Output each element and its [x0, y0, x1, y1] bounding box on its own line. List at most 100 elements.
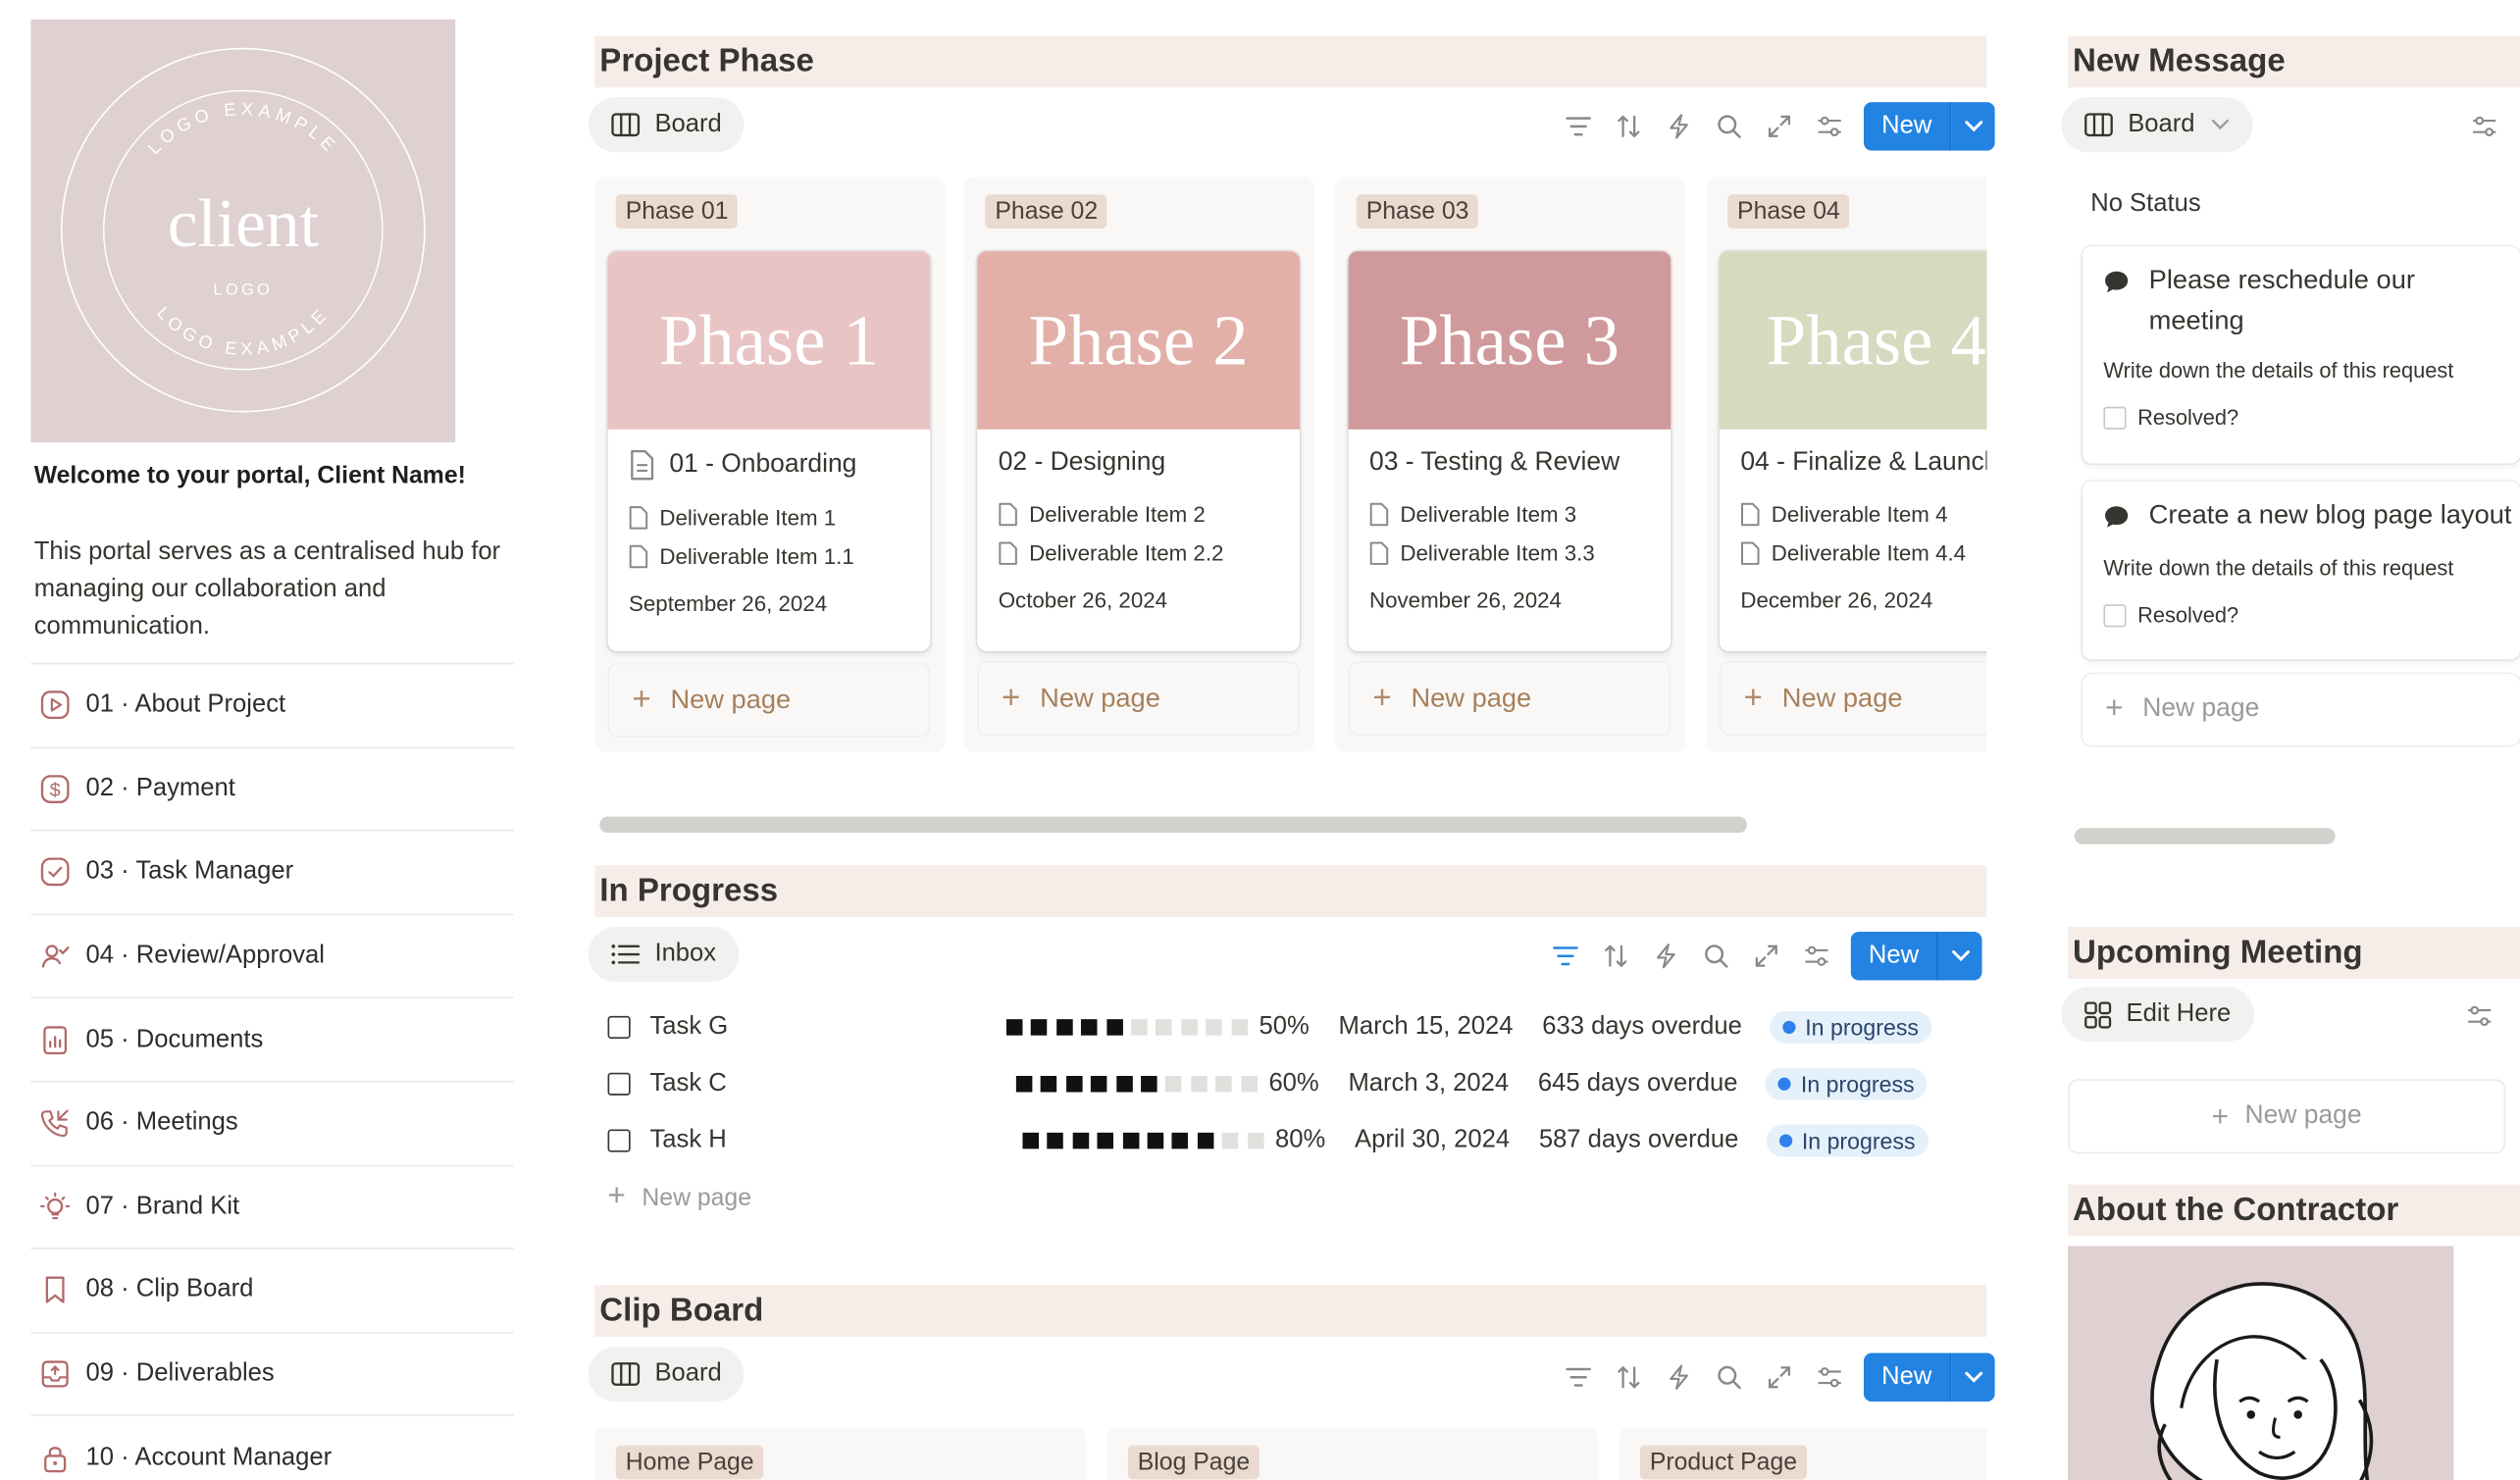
task-checkbox[interactable]: [607, 1071, 631, 1095]
deliverable-item[interactable]: Deliverable Item 4: [1740, 494, 1986, 534]
intro-text: This portal serves as a centralised hub …: [33, 537, 501, 640]
upcoming-meeting-view-tab[interactable]: Edit Here: [2061, 987, 2254, 1043]
new-message-new-page[interactable]: + New page: [2082, 674, 2520, 745]
settings-sliders-icon[interactable]: [2453, 992, 2503, 1041]
new-button-label: New: [1850, 931, 1938, 981]
phase-card[interactable]: Phase 2 02 - Designing Deliverable Item …: [977, 251, 1300, 652]
in-progress-view-tab[interactable]: Inbox: [588, 927, 740, 983]
message-title-row: Please reschedule our meeting: [2103, 261, 2520, 342]
search-icon[interactable]: [1703, 1353, 1753, 1403]
filter-icon[interactable]: [1553, 1353, 1603, 1403]
gallery-icon: [2084, 1000, 2112, 1028]
chevron-down-icon[interactable]: [1951, 102, 1995, 151]
sidebar-item-label: 10 · Account Manager: [85, 1443, 333, 1471]
deliverable-item[interactable]: Deliverable Item 2.2: [999, 534, 1300, 573]
logo-main-text: client: [168, 186, 319, 262]
chevron-down-icon: [2212, 119, 2230, 130]
message-card[interactable]: Please reschedule our meeting Write down…: [2082, 246, 2520, 464]
task-row[interactable]: Task G 50% March 15, 2024 633 days overd…: [607, 998, 1978, 1055]
new-button[interactable]: New: [1863, 102, 1995, 151]
resolved-checkbox[interactable]: Resolved?: [2103, 602, 2520, 628]
card-cover: Phase 2: [977, 251, 1300, 430]
sidebar-item-label: 07 · Brand Kit: [85, 1192, 240, 1220]
svg-text:$: $: [50, 780, 61, 801]
deliverable-label: Deliverable Item 3: [1400, 501, 1577, 527]
sidebar-item-deliverables[interactable]: 09 · Deliverables: [30, 1331, 514, 1415]
sort-icon[interactable]: [1603, 1353, 1653, 1403]
sidebar-item-account-manager[interactable]: 10 · Account Manager: [30, 1414, 514, 1480]
task-checkbox[interactable]: [607, 1015, 631, 1039]
deliverable-item[interactable]: Deliverable Item 3: [1369, 494, 1671, 534]
phase-card[interactable]: Phase 3 03 - Testing & Review Deliverabl…: [1348, 251, 1671, 652]
filter-icon[interactable]: [1539, 932, 1589, 981]
upcoming-meeting-new-page[interactable]: + New page: [2068, 1079, 2506, 1154]
progress-segment: [1230, 1018, 1248, 1035]
project-phase-view-tab[interactable]: Board: [588, 97, 745, 153]
resolved-label: Resolved?: [2137, 602, 2239, 628]
phase-card[interactable]: Phase 4 04 - Finalize & Launch Deliverab…: [1719, 251, 1987, 652]
deliverable-item[interactable]: Deliverable Item 4.4: [1740, 534, 1986, 573]
new-page-button[interactable]: + New page: [1719, 661, 1987, 737]
progress-segment: [1022, 1131, 1039, 1148]
phase-card[interactable]: Phase 1 01 - Onboarding Deliverable Item…: [607, 251, 931, 652]
sidebar-item-clip-board[interactable]: 08 · Clip Board: [30, 1248, 514, 1331]
sidebar-item-about-project[interactable]: 01 · About Project: [30, 662, 514, 746]
in-progress-toolbar: New: [1539, 931, 1982, 981]
automation-bolt-icon[interactable]: [1653, 102, 1703, 151]
sidebar-item-documents[interactable]: 05 · Documents: [30, 996, 514, 1081]
deliverable-item[interactable]: Deliverable Item 1: [629, 497, 930, 536]
clip-board-view-tab[interactable]: Board: [588, 1346, 745, 1403]
sidebar-item-meetings[interactable]: 06 · Meetings: [30, 1080, 514, 1164]
sidebar-item-review-approval[interactable]: 04 · Review/Approval: [30, 913, 514, 996]
sidebar-item-brand-kit[interactable]: 07 · Brand Kit: [30, 1164, 514, 1248]
new-message-horizontal-scrollbar[interactable]: [2074, 828, 2336, 844]
search-icon[interactable]: [1690, 932, 1740, 981]
automation-bolt-icon[interactable]: [1640, 932, 1690, 981]
settings-sliders-icon[interactable]: [1804, 1353, 1854, 1403]
card-date: September 26, 2024: [629, 591, 828, 616]
column-tag: Product Page: [1639, 1445, 1807, 1480]
filter-icon[interactable]: [1553, 102, 1603, 151]
sidebar-item-task-manager[interactable]: 03 · Task Manager: [30, 830, 514, 913]
expand-icon[interactable]: [1740, 932, 1790, 981]
deliverable-item[interactable]: Deliverable Item 2: [999, 494, 1300, 534]
task-row[interactable]: Task C 60% March 3, 2024 645 days overdu…: [607, 1055, 1978, 1112]
sort-icon[interactable]: [1603, 102, 1653, 151]
new-message-view-tab[interactable]: Board: [2061, 97, 2254, 153]
checkbox-box[interactable]: [2103, 405, 2127, 429]
sort-icon[interactable]: [1590, 932, 1640, 981]
expand-icon[interactable]: [1754, 102, 1804, 151]
page-icon: [629, 543, 648, 568]
new-page-label: New page: [1040, 683, 1160, 713]
task-row[interactable]: Task H 80% April 30, 2024 587 days overd…: [607, 1111, 1978, 1168]
new-button[interactable]: New: [1850, 931, 1982, 981]
resolved-checkbox[interactable]: Resolved?: [2103, 405, 2520, 430]
automation-bolt-icon[interactable]: [1653, 1353, 1703, 1403]
message-card[interactable]: Create a new blog page layout Write down…: [2082, 481, 2520, 660]
sidebar-item-payment[interactable]: $ 02 · Payment: [30, 745, 514, 830]
new-page-button[interactable]: + New page: [607, 662, 931, 738]
in-progress-new-page[interactable]: + New page: [608, 1180, 751, 1215]
expand-icon[interactable]: [1754, 1353, 1804, 1403]
svg-text:LOGO EXAMPLE: LOGO EXAMPLE: [144, 99, 342, 158]
task-checkbox[interactable]: [607, 1128, 631, 1151]
settings-sliders-icon[interactable]: [1791, 932, 1841, 981]
section-title: Upcoming Meeting: [2073, 934, 2363, 970]
deliverable-item[interactable]: Deliverable Item 3.3: [1369, 534, 1671, 573]
search-icon[interactable]: [1703, 102, 1753, 151]
chevron-down-icon[interactable]: [1951, 1352, 1995, 1403]
checkbox-box[interactable]: [2103, 603, 2127, 627]
settings-sliders-icon[interactable]: [1804, 102, 1854, 151]
deliverable-item[interactable]: Deliverable Item 1.1: [629, 536, 930, 576]
clip-column-blog-page: Blog Page: [1106, 1427, 1598, 1480]
new-page-button[interactable]: + New page: [977, 661, 1300, 737]
board-horizontal-scrollbar[interactable]: [599, 816, 1747, 834]
new-page-button[interactable]: + New page: [1348, 661, 1671, 737]
chevron-down-icon[interactable]: [1937, 931, 1982, 981]
message-description: Write down the details of this request: [2103, 358, 2454, 383]
new-button[interactable]: New: [1863, 1352, 1995, 1403]
progress-segment: [1106, 1018, 1123, 1035]
deliverable-list: Deliverable Item 4 Deliverable Item 4.4: [1720, 494, 1987, 572]
settings-sliders-icon[interactable]: [2458, 102, 2508, 151]
column-tag: Phase 01: [615, 194, 739, 229]
